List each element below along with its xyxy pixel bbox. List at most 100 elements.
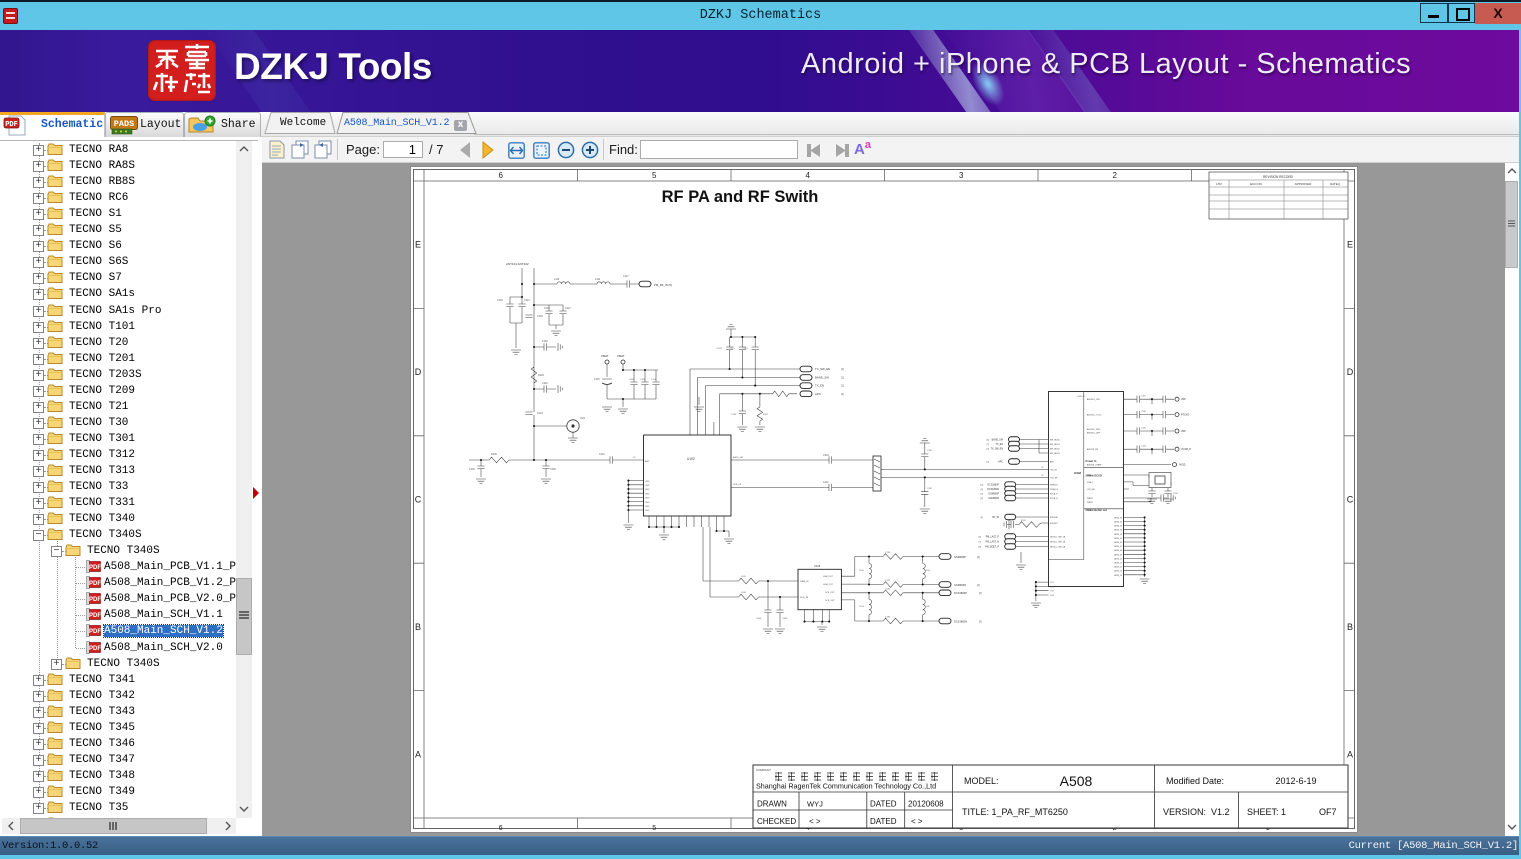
svg-text:L100: L100 [859, 570, 865, 572]
svg-text:26MHz Buffer out: 26MHz Buffer out [1086, 508, 1107, 512]
svg-text:VBAT: VBAT [601, 354, 609, 358]
svg-text:COMPANY: COMPANY [756, 768, 771, 772]
svg-text:C112: C112 [823, 481, 829, 484]
svg-text:AVDD28_PM: AVDD28_PM [1087, 448, 1099, 451]
svg-text:AVSS_10: AVSS_10 [1114, 557, 1122, 560]
svg-text:[1]: [1] [841, 392, 844, 396]
svg-text:VBAT: VBAT [617, 354, 625, 358]
svg-text:[3]: [3] [979, 592, 982, 595]
svg-text:C109: C109 [640, 379, 646, 381]
svg-text:C: C [415, 495, 422, 505]
svg-text:AMODUL_DEF: AMODUL_DEF [1087, 432, 1101, 435]
svg-text:D: D [415, 367, 422, 377]
svg-text:DCS_OUT: DCS_OUT [825, 592, 835, 594]
svg-text:PDF: PDF [89, 565, 101, 571]
svg-text:C133: C133 [823, 454, 829, 457]
svg-text:TX_EN: TX_EN [996, 444, 1004, 446]
svg-text:GSM900P: GSM900P [954, 555, 966, 559]
svg-text:[2]: [2] [987, 462, 990, 464]
svg-text:C136: C136 [550, 468, 556, 471]
svg-text:J101: J101 [580, 417, 586, 420]
svg-text:C193: C193 [885, 617, 891, 619]
svg-text:[1]: [1] [841, 367, 844, 371]
svg-text:R132: R132 [1021, 520, 1027, 522]
svg-text:VFB_LB: VFB_LB [733, 484, 742, 486]
svg-text:MODUL_INF_1A: MODUL_INF_1A [1050, 536, 1066, 539]
svg-text:GND: GND [645, 510, 650, 512]
svg-text:A: A [1347, 749, 1353, 759]
svg-text:6: 6 [499, 825, 503, 832]
svg-text:U106: U106 [814, 564, 821, 568]
svg-text:AVSS_11: AVSS_11 [1114, 562, 1122, 565]
svg-text:BPI_BUS3: BPI_BUS3 [1050, 453, 1060, 455]
svg-text:RF PA and RF Swith: RF PA and RF Swith [662, 188, 819, 206]
svg-text:4: 4 [806, 171, 811, 180]
svg-text:VRF: VRF [1181, 430, 1186, 433]
svg-text:AVSS_05: AVSS_05 [1114, 537, 1122, 540]
svg-text:C207: C207 [927, 488, 933, 490]
svg-text:R103: R103 [538, 374, 544, 377]
svg-text:C197: C197 [927, 450, 933, 452]
svg-text:DCS_IN: DCS_IN [800, 597, 808, 599]
svg-text:TX_SW_EN: TX_SW_EN [815, 367, 830, 371]
svg-text:C132: C132 [544, 307, 550, 310]
svg-text:[3]: [3] [981, 498, 984, 500]
svg-text:AMODUL_REF: AMODUL_REF [1087, 428, 1101, 431]
svg-text:DCS1800N: DCS1800N [954, 620, 967, 624]
svg-text:L113: L113 [554, 278, 560, 281]
svg-text:[2]: [2] [987, 444, 990, 446]
svg-text:MODUL_INF_5A: MODUL_INF_5A [1050, 546, 1066, 549]
svg-text:BPI_BUS0: BPI_BUS0 [1050, 440, 1060, 442]
svg-text:C126: C126 [537, 315, 543, 318]
svg-text:C110: C110 [651, 379, 657, 381]
svg-text:AFC: AFC [1050, 461, 1055, 464]
svg-text:[3]: [3] [977, 584, 980, 587]
svg-text:BPI_BUS1: BPI_BUS1 [1050, 444, 1060, 446]
svg-text:DRAWN: DRAWN [757, 800, 787, 809]
svg-text:L102: L102 [925, 606, 931, 608]
svg-text:A: A [415, 749, 421, 759]
svg-text:PDF: PDF [5, 121, 18, 129]
svg-text:AVSS_14: AVSS_14 [1114, 574, 1122, 577]
svg-text:APPROVED: APPROVED [1295, 182, 1313, 186]
svg-text:AVSS_06: AVSS_06 [1114, 541, 1122, 544]
svg-text:Shanghai RagenTek Communicatio: Shanghai RagenTek Communication Technolo… [756, 782, 936, 791]
svg-text:3: 3 [959, 171, 964, 180]
svg-text:C206: C206 [782, 618, 788, 620]
svg-text:PDF: PDF [89, 629, 101, 635]
svg-text:R107: R107 [763, 414, 769, 416]
svg-text:DATED: DATED [870, 800, 897, 809]
svg-text:AVSS_01: AVSS_01 [1114, 521, 1122, 524]
svg-text:XTAL2: XTAL2 [1087, 481, 1093, 484]
svg-text:AVSS_04: AVSS_04 [1114, 533, 1122, 536]
svg-text:C190: C190 [885, 552, 891, 554]
svg-text:AMODUL_TCXO: AMODUL_TCXO [1087, 414, 1102, 417]
svg-text:TV1: TV1 [1050, 582, 1055, 584]
svg-text:MODUL_INF_1A: MODUL_INF_1A [1050, 541, 1066, 544]
svg-text:B: B [415, 622, 421, 632]
svg-text:TV3: TV3 [1050, 591, 1055, 593]
svg-text:C130: C130 [469, 468, 475, 471]
svg-text:GND: GND [645, 493, 650, 495]
svg-text:RXLB_P: RXLB_P [1050, 494, 1058, 496]
svg-text:TX_EN: TX_EN [815, 384, 824, 388]
svg-text:TX_SW_EN: TX_SW_EN [991, 449, 1004, 451]
svg-text:XTAL1: XTAL1 [1087, 474, 1093, 477]
svg-text:C26_SEL: C26_SEL [1087, 489, 1095, 491]
svg-text:GSM900P: GSM900P [988, 494, 999, 496]
svg-text:[2]: [2] [987, 449, 990, 451]
svg-text:C: C [1347, 495, 1354, 505]
svg-text:DATED: DATED [870, 817, 897, 826]
svg-text:22: 22 [633, 457, 636, 459]
svg-text:[4]: [4] [981, 517, 984, 519]
svg-text:C108: C108 [629, 379, 635, 381]
svg-text:PDF: PDF [89, 646, 101, 652]
svg-text:VCXM_R: VCXM_R [1181, 448, 1191, 451]
svg-text:L114: L114 [595, 278, 601, 281]
svg-text:AVSS_12: AVSS_12 [1114, 566, 1122, 569]
svg-text:PBEP1: PBEP1 [1087, 498, 1093, 500]
svg-text:P11: P11 [1041, 467, 1044, 469]
svg-text:Power In: Power In [1086, 459, 1097, 463]
svg-text:V1.2: V1.2 [1211, 807, 1230, 817]
svg-text:L103: L103 [859, 606, 865, 608]
